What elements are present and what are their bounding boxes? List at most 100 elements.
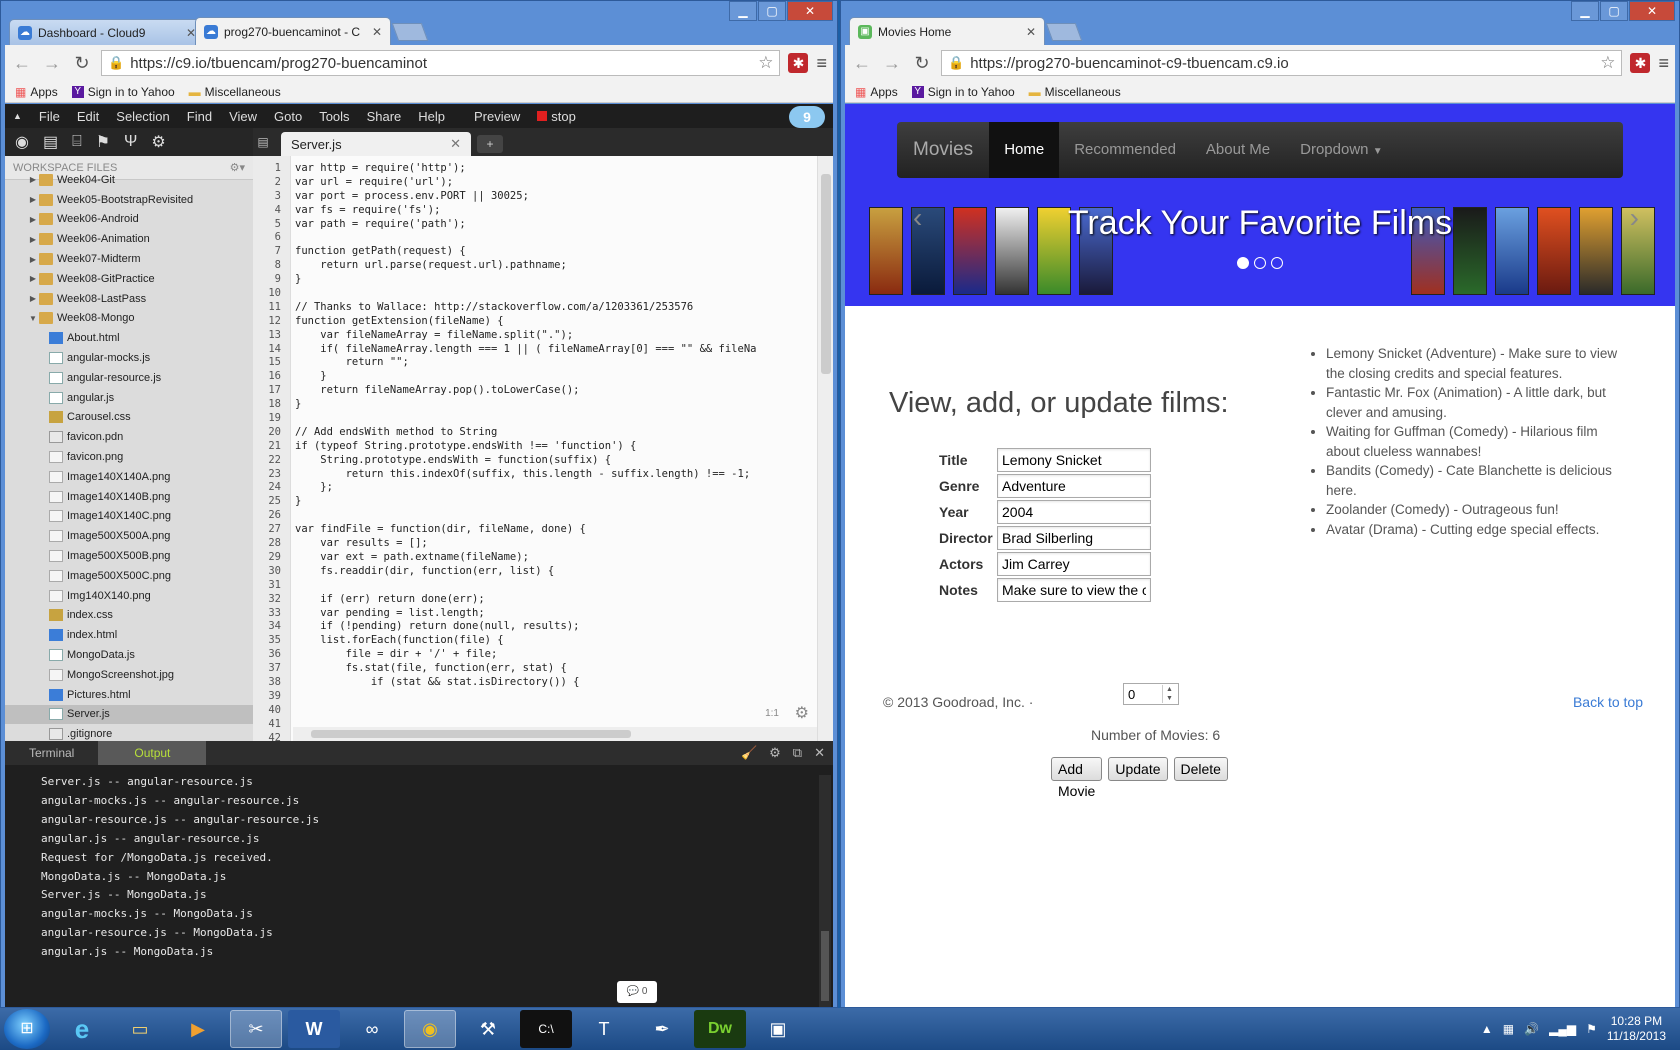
reload-icon[interactable]: ↻ [71, 53, 93, 74]
menu-edit[interactable]: Edit [77, 109, 99, 124]
collapsed-arrow-icon[interactable]: ▶ [27, 274, 39, 283]
chrome-menu-icon[interactable]: ≡ [1658, 53, 1669, 74]
tree-item[interactable]: angular-resource.js [5, 368, 253, 388]
storage-icon[interactable]: ⌸ [72, 133, 82, 151]
reload-icon[interactable]: ↻ [911, 53, 933, 74]
menu-selection[interactable]: Selection [116, 109, 169, 124]
editor-settings-gear-icon[interactable]: ⚙ [795, 703, 809, 723]
menu-share[interactable]: Share [367, 109, 402, 124]
tree-item[interactable]: angular.js [5, 388, 253, 408]
update-button[interactable]: Update [1108, 757, 1168, 781]
close-window-button[interactable]: ✕ [787, 1, 833, 21]
cmd-icon[interactable]: C:\ [520, 1010, 572, 1048]
snipping-tool-icon[interactable]: ✂ [230, 1010, 282, 1048]
run-icon[interactable]: ⚑ [96, 132, 110, 152]
collapse-menu-icon[interactable]: ▲ [13, 111, 22, 121]
close-tab-icon[interactable]: ✕ [450, 136, 461, 152]
bookmark-apps[interactable]: ▦ Apps [855, 85, 898, 99]
add-movie-button[interactable]: Add Movie [1051, 757, 1103, 799]
tree-item[interactable]: index.css [5, 606, 253, 626]
collapsed-arrow-icon[interactable]: ▶ [27, 294, 39, 303]
files-icon[interactable]: ▤ [43, 132, 58, 152]
bookmark-yahoo[interactable]: Y Sign in to Yahoo [911, 85, 1015, 99]
gear-icon[interactable]: ⚙▾ [230, 161, 245, 174]
nav-recommended[interactable]: Recommended [1059, 122, 1191, 178]
tree-item[interactable]: ▶ Week06-Animation [5, 229, 253, 249]
movie-index-stepper[interactable]: 0 ▲ ▼ [1123, 683, 1179, 705]
toggle-panel-icon[interactable]: ▤ [253, 135, 273, 149]
lastpass-extension-icon[interactable]: ✱ [788, 53, 809, 73]
feather-icon[interactable]: ✒ [636, 1010, 688, 1048]
chrome-menu-icon[interactable]: ≡ [816, 53, 827, 74]
tree-item[interactable]: Image140X140A.png [5, 467, 253, 487]
bookmark-misc[interactable]: ▬ Miscellaneous [189, 85, 281, 99]
bookmark-misc[interactable]: ▬ Miscellaneous [1029, 85, 1121, 99]
nav-dropdown[interactable]: Dropdown ▼ [1285, 122, 1397, 178]
tab-terminal[interactable]: Terminal [5, 741, 98, 765]
menu-goto[interactable]: Goto [274, 109, 302, 124]
menu-tools[interactable]: Tools [319, 109, 349, 124]
nav-about-me[interactable]: About Me [1191, 122, 1285, 178]
close-tab-icon[interactable]: ✕ [372, 25, 382, 39]
tree-item[interactable]: Image500X500A.png [5, 526, 253, 546]
tab-output[interactable]: Output [98, 741, 207, 765]
tree-item[interactable]: Pictures.html [5, 685, 253, 705]
collapsed-arrow-icon[interactable]: ▶ [27, 235, 39, 244]
tree-item[interactable]: angular-mocks.js [5, 348, 253, 368]
editor-vertical-scrollbar[interactable] [817, 156, 833, 741]
back-to-top-link[interactable]: Back to top [1573, 694, 1643, 710]
close-window-button[interactable]: ✕ [1629, 1, 1675, 21]
menu-view[interactable]: View [229, 109, 257, 124]
console-gear-icon[interactable]: ⚙ [769, 745, 781, 761]
maximize-button[interactable]: ▢ [1600, 1, 1628, 21]
tree-item[interactable]: ▶ Week06-Android [5, 210, 253, 230]
nav-home[interactable]: Home [989, 122, 1060, 178]
stop-button[interactable]: stop [537, 109, 576, 124]
collapsed-arrow-icon[interactable]: ▶ [27, 175, 39, 184]
bookmark-apps[interactable]: ▦ Apps [15, 85, 58, 99]
close-tab-icon[interactable]: ✕ [1026, 25, 1036, 39]
forward-arrow-icon[interactable]: → [881, 53, 903, 74]
lastpass-extension-icon[interactable]: ✱ [1630, 53, 1651, 73]
tree-item[interactable]: ▶ Week05-BootstrapRevisited [5, 190, 253, 210]
chrome-icon[interactable]: ◉ [404, 1010, 456, 1048]
new-tab-button[interactable] [391, 23, 429, 41]
back-arrow-icon[interactable]: ← [11, 53, 33, 74]
new-tab-button[interactable] [1045, 23, 1083, 41]
tree-item[interactable]: Img140X140.png [5, 586, 253, 606]
menu-find[interactable]: Find [187, 109, 212, 124]
ie-icon[interactable]: e [56, 1010, 108, 1048]
new-file-tab-button[interactable]: + [477, 135, 503, 153]
infinity-app-icon[interactable]: ∞ [346, 1010, 398, 1048]
address-bar[interactable]: 🔒 https://prog270-buencaminot-c9-tbuencam… [941, 50, 1623, 76]
address-bar[interactable]: 🔒 https://c9.io/tbuencam/prog270-buencami… [101, 50, 781, 76]
tree-item[interactable]: favicon.pdn [5, 427, 253, 447]
expanded-arrow-icon[interactable]: ▼ [27, 314, 39, 323]
preview-button[interactable]: Preview [474, 109, 520, 124]
maximize-panel-icon[interactable]: ⧉ [793, 745, 802, 761]
tree-item[interactable]: ▶ Week08-GitPractice [5, 269, 253, 289]
tray-arrow-icon[interactable]: ▲ [1481, 1022, 1493, 1036]
virtualbox-icon[interactable]: ▣ [752, 1010, 804, 1048]
close-panel-icon[interactable]: ✕ [814, 745, 825, 761]
editor-horizontal-scrollbar[interactable] [293, 727, 817, 741]
tree-item[interactable]: ▶ Week08-LastPass [5, 289, 253, 309]
notification-badge[interactable]: 9 [789, 106, 825, 128]
volume-icon[interactable]: 🔊 [1524, 1022, 1539, 1036]
tree-item[interactable]: .gitignore [5, 724, 253, 741]
settings-gear-icon[interactable]: ⚙ [151, 132, 165, 152]
tree-item[interactable]: Image500X500B.png [5, 546, 253, 566]
tree-item[interactable]: About.html [5, 328, 253, 348]
maximize-button[interactable]: ▢ [758, 1, 786, 21]
network-icon[interactable]: ▦ [1503, 1022, 1514, 1036]
collapsed-arrow-icon[interactable]: ▶ [27, 255, 39, 264]
media-player-icon[interactable]: ▶ [172, 1010, 224, 1048]
flag-icon[interactable]: ⚑ [1586, 1022, 1597, 1036]
start-button[interactable]: ⊞ [4, 1009, 50, 1049]
tree-item[interactable]: MongoData.js [5, 645, 253, 665]
tab-dashboard[interactable]: ☁ Dashboard - Cloud9 ✕ [9, 19, 205, 45]
spinner-arrows-icon[interactable]: ▲ ▼ [1162, 685, 1176, 703]
tree-item[interactable]: ▼ Week08-Mongo [5, 309, 253, 329]
indicator-dot[interactable] [1271, 257, 1283, 269]
editor-tab-server-js[interactable]: Server.js ✕ [281, 132, 471, 156]
